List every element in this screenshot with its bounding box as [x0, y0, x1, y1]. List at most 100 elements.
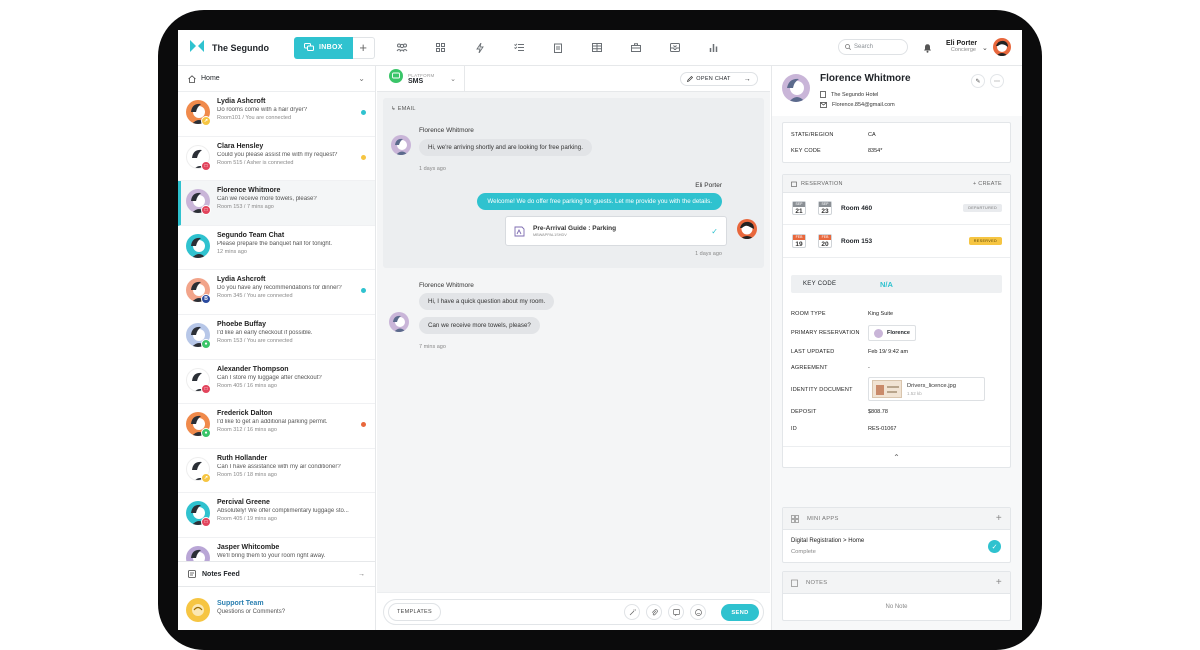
reply-sender: Eli Porter [695, 182, 722, 189]
id-card-thumbnail [872, 380, 902, 398]
reply-bubble: Welcome! We do offer free parking for gu… [477, 193, 722, 210]
message-sender: Florence Whitmore [419, 127, 474, 134]
notes-label: NOTES [806, 579, 828, 586]
conversation-meta: Room 153 / 7 mins ago [217, 204, 274, 211]
chart-icon[interactable] [705, 43, 723, 53]
team-icon[interactable] [393, 43, 411, 53]
guest-email: Florence.854@gmail.com [820, 102, 895, 108]
reservation-label: RESERVATION [801, 180, 843, 187]
unread-dot [361, 110, 366, 115]
conversation-item[interactable]: ↗ Ruth Hollander Can I have assistance wit… [178, 449, 375, 494]
conversation-item[interactable]: Segundo Team Chat Please prepare the banq… [178, 226, 375, 271]
platform-selector[interactable]: PLATFORM SMS ⌄ [389, 65, 465, 92]
channel-badge-icon: ↗ [201, 116, 211, 126]
app-screen: The Segundo INBOX + Search Eli Porter Co… [178, 30, 1022, 630]
message-sender: Florence Whitmore [419, 282, 474, 289]
message-time: 7 mins ago [419, 344, 446, 350]
emoji-icon[interactable] [690, 604, 706, 620]
mail-icon [820, 102, 827, 108]
notes-feed-link[interactable]: Notes Feed → [178, 561, 375, 587]
inbox-button[interactable]: INBOX [294, 36, 353, 59]
conversation-name: Ruth Hollander [217, 454, 268, 462]
mini-app-title[interactable]: Digital Registration > Home [791, 538, 864, 544]
guest-info-box: STATE/REGION CA KEY CODE 8354* [782, 122, 1011, 163]
send-button[interactable]: SEND [721, 604, 759, 621]
checkout-date: SEP 23 [818, 201, 832, 215]
note-icon[interactable] [668, 604, 684, 620]
conversation-meta: Room 405 / 16 mins ago [217, 382, 277, 389]
more-icon[interactable]: ⋯ [990, 74, 1004, 88]
avatar[interactable] [993, 38, 1011, 56]
message-bubble: Can we receive more towels, please? [419, 317, 540, 334]
conversation-item[interactable]: ↗ Lydia Ashcroft Do rooms come with a hair… [178, 92, 375, 137]
message-thread: ↳ EMAIL Florence Whitmore Hi, we're arri… [377, 92, 770, 592]
reply-time: 1 days ago [695, 251, 722, 257]
add-tab-button[interactable]: + [352, 36, 375, 59]
conversation-item[interactable]: ● Frederick Dalton I'd like to get an addi… [178, 404, 375, 449]
conversation-item[interactable]: □ Alexander Thompson Can I store my luggag… [178, 360, 375, 405]
user-menu[interactable]: Eli Porter Concierge [946, 40, 977, 53]
bell-icon[interactable] [923, 40, 932, 58]
bolt-icon[interactable] [471, 42, 489, 53]
message-bubble: Hi, I have a quick question about my roo… [419, 293, 555, 310]
create-reservation-button[interactable]: + CREATE [973, 181, 1002, 187]
attachment-icon[interactable] [646, 604, 662, 620]
magic-wand-icon[interactable] [624, 604, 640, 620]
conversation-name: Florence Whitmore [217, 187, 281, 195]
clipboard-icon[interactable] [549, 43, 567, 53]
message-input[interactable]: TEMPLATES SEND [383, 599, 764, 625]
home-selector[interactable]: Home ⌄ [178, 66, 375, 92]
channel-badge-icon: □ [201, 205, 211, 216]
conversation-meta: Room 515 / Asher is connected [217, 159, 294, 166]
brand[interactable]: The Segundo [178, 39, 294, 57]
chat-bubbles-icon [304, 42, 314, 53]
reservation-row[interactable]: SEP 21 SEP 23 Room 460 DEPARTURED [783, 193, 1010, 225]
add-mini-app-button[interactable]: + [996, 513, 1002, 524]
agreement-value: - [868, 365, 870, 371]
search-input[interactable]: Search [838, 39, 908, 55]
conversation-item[interactable]: □ Percival Greene Absolutely! We offer com… [178, 493, 375, 538]
home-label: Home [201, 75, 220, 82]
checklist-icon[interactable] [510, 43, 528, 53]
collapse-chevron-up-icon[interactable]: ⌃ [783, 446, 1010, 467]
primary-value: Florence [887, 330, 910, 336]
conversation-item[interactable]: B Lydia Ashcroft Do you have any recommend… [178, 270, 375, 315]
checkin-date: FEB 19 [792, 234, 806, 248]
deposit-label: DEPOSIT [791, 409, 817, 415]
guide-title: Pre-Arrival Guide : Parking [533, 225, 617, 232]
chevron-down-icon[interactable]: ⌄ [982, 44, 988, 52]
grid-icon[interactable] [432, 42, 450, 53]
primary-reservation-chip[interactable]: Florence [868, 325, 916, 341]
add-note-button[interactable]: + [996, 577, 1002, 588]
state-value: CA [868, 132, 876, 138]
channel-badge-icon: ● [201, 338, 211, 349]
inbox-tray-icon[interactable] [666, 42, 684, 53]
conversation-name: Frederick Dalton [217, 410, 273, 418]
notes-header: NOTES + [783, 572, 1010, 594]
identity-document-file[interactable]: Drivers_licence.jpg 1.52 kb [868, 377, 985, 401]
conversation-item[interactable]: ● Phoebe Buffay I'd like an early checkout… [178, 315, 375, 360]
conversation-preview: Absolutely! We offer complimentary lugga… [217, 508, 349, 515]
support-team-item[interactable]: Support Team Questions or Comments? [178, 590, 375, 630]
table-icon[interactable] [588, 42, 606, 53]
avatar [737, 219, 757, 239]
conversation-item[interactable]: □ Florence Whitmore Can we receive more to… [178, 181, 375, 226]
clipboard-icon [791, 579, 798, 587]
guide-attachment[interactable]: Pre-Arrival Guide : Parking MBWAPPAL1SHD… [505, 216, 727, 246]
open-chat-button[interactable]: OPEN CHAT → [680, 72, 758, 86]
conversation-meta: Room101 / You are connected [217, 115, 292, 121]
edit-icon[interactable]: ✎ [971, 74, 985, 88]
conversation-item[interactable]: □ Clara Hensley Could you please assist me… [178, 137, 375, 182]
conversation-meta: Room 312 / 16 mins ago [217, 427, 277, 434]
user-role: Concierge [950, 47, 976, 53]
status-badge: DEPARTURED [963, 204, 1002, 212]
guest-details-panel: Florence Whitmore The Segundo Hotel Flor… [771, 66, 1022, 630]
email-value: Florence.854@gmail.com [832, 102, 895, 108]
reservation-header: RESERVATION + CREATE [783, 175, 1010, 193]
templates-button[interactable]: TEMPLATES [388, 603, 441, 621]
conversation-name: Percival Greene [217, 499, 270, 507]
reservation-row[interactable]: FEB 19 FEB 20 Room 153 RESERVED [783, 226, 1010, 258]
checkout-date: FEB 20 [818, 234, 832, 248]
support-subtitle: Questions or Comments? [217, 609, 286, 615]
briefcase-icon[interactable] [627, 42, 645, 53]
